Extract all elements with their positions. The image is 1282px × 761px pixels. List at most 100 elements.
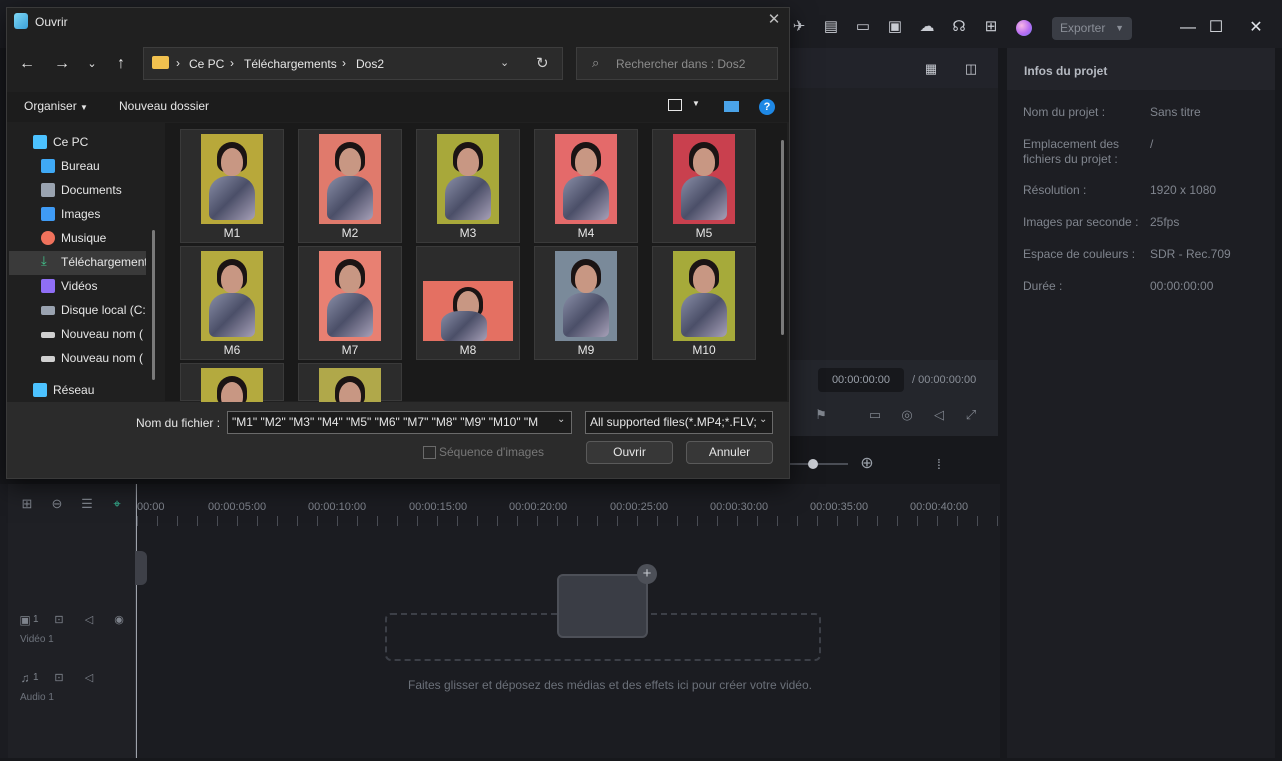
refresh-icon[interactable]: ↻ xyxy=(536,54,549,72)
nav-item-this-pc[interactable]: Ce PC xyxy=(33,131,153,153)
avatar[interactable] xyxy=(1016,20,1032,36)
zoom-in-icon[interactable]: ⊕ xyxy=(858,455,876,473)
nav-item-documents[interactable]: Documents xyxy=(41,179,151,201)
lock-icon[interactable]: ⊡ xyxy=(50,611,68,629)
chevron-down-icon[interactable]: ⌄ xyxy=(500,56,509,69)
template-icon[interactable]: ▤ xyxy=(822,18,840,36)
breadcrumb-item[interactable]: Ce PC xyxy=(189,57,224,71)
mute-icon[interactable]: ◁ xyxy=(80,669,98,687)
file-thumbnail[interactable] xyxy=(298,363,402,458)
camera-icon[interactable]: ◎ xyxy=(898,406,916,424)
photo-subject-face xyxy=(221,148,243,176)
file-thumbnail[interactable] xyxy=(180,363,284,458)
snap-icon[interactable]: ⌖ xyxy=(108,495,126,513)
project-info-title: Infos du projet xyxy=(1024,64,1108,78)
organize-button[interactable]: Organiser ▼ xyxy=(24,99,88,113)
display-icon[interactable]: ▭ xyxy=(866,406,884,424)
chevron-down-icon[interactable]: ⌄ xyxy=(759,414,767,425)
info-label-location: Emplacement des fichiers du projet : xyxy=(1023,137,1120,166)
photo-preview xyxy=(673,251,735,341)
file-thumbnail[interactable]: M8 xyxy=(416,246,520,360)
chevron-down-icon[interactable]: ▼ xyxy=(692,99,700,108)
lock-icon[interactable]: ⊡ xyxy=(50,669,68,687)
file-thumbnail[interactable]: M9 xyxy=(534,246,638,360)
forward-icon[interactable]: → xyxy=(50,52,74,76)
file-thumbnail[interactable]: M7 xyxy=(298,246,402,360)
layout-icon[interactable]: ▭ xyxy=(854,18,872,36)
info-value-fps: 25fps xyxy=(1150,215,1180,229)
file-thumbnail[interactable]: M5 xyxy=(652,129,756,243)
grid-scrollbar[interactable] xyxy=(781,140,784,335)
nav-item-local-disk[interactable]: Disque local (C:) xyxy=(41,299,146,321)
photo-subject-body xyxy=(209,176,255,220)
recent-locations-icon[interactable]: ⌄ xyxy=(80,52,104,76)
nav-item-images[interactable]: Images xyxy=(41,203,151,225)
support-icon[interactable]: ☊ xyxy=(950,18,968,36)
help-icon[interactable]: ? xyxy=(759,99,775,115)
photo-preview xyxy=(555,251,617,341)
save-icon[interactable]: ▣ xyxy=(886,18,904,36)
plus-icon[interactable]: + xyxy=(637,564,657,584)
volume-icon[interactable]: ◁ xyxy=(930,406,948,424)
sequence-checkbox[interactable] xyxy=(423,446,436,459)
file-type-select[interactable]: All supported files(*.MP4;*.FLV; xyxy=(585,411,773,434)
playhead-handle[interactable] xyxy=(135,551,147,585)
track-layout-icon[interactable]: ☰ xyxy=(78,495,96,513)
send-icon[interactable]: ✈ xyxy=(790,18,808,36)
file-thumbnail[interactable]: M10 xyxy=(652,246,756,360)
nav-item-drive[interactable]: Nouveau nom ( xyxy=(41,323,146,345)
file-thumbnail[interactable]: M2 xyxy=(298,129,402,243)
photo-subject-face xyxy=(339,265,361,293)
search-placeholder: Rechercher dans : Dos2 xyxy=(616,57,746,71)
new-folder-button[interactable]: Nouveau dossier xyxy=(119,99,209,113)
export-button[interactable]: Exporter ▼ xyxy=(1052,17,1132,40)
track-settings-icon[interactable]: ⁞ xyxy=(930,455,948,473)
breadcrumb-item[interactable]: Téléchargements xyxy=(244,57,337,71)
zoom-slider[interactable] xyxy=(790,463,848,465)
nav-item-label: Réseau xyxy=(53,383,95,397)
ruler-label: 00:00:25:00 xyxy=(610,501,669,513)
up-icon[interactable]: ↑ xyxy=(109,52,133,76)
preview-pane-icon[interactable] xyxy=(724,101,739,112)
close-icon[interactable]: ✕ xyxy=(1242,14,1270,42)
nav-item-label: Téléchargement xyxy=(61,255,146,269)
nav-scrollbar[interactable] xyxy=(152,230,155,380)
mute-icon[interactable]: ◁ xyxy=(80,611,98,629)
file-thumbnail[interactable]: M1 xyxy=(180,129,284,243)
filename-input[interactable]: "M1" "M2" "M3" "M4" "M5" "M6" "M7" "M8" … xyxy=(227,411,572,434)
add-track-icon[interactable]: ⊞ xyxy=(18,495,36,513)
nav-item-videos[interactable]: Vidéos xyxy=(41,275,151,297)
nav-item-drive[interactable]: Nouveau nom ( xyxy=(41,347,146,369)
nav-item-music[interactable]: Musique xyxy=(41,227,151,249)
current-time[interactable]: 00:00:00:00 xyxy=(818,368,904,392)
maximize-icon[interactable]: ☐ xyxy=(1202,14,1230,42)
video-track-label: Vidéo 1 xyxy=(20,634,54,645)
back-icon[interactable]: ← xyxy=(15,52,39,76)
minimize-icon[interactable]: — xyxy=(1174,14,1202,42)
apps-icon[interactable]: ⊞ xyxy=(982,18,1000,36)
cancel-button[interactable]: Annuler xyxy=(686,441,773,464)
close-icon[interactable]: ✕ xyxy=(764,10,784,30)
eye-icon[interactable]: ◉ xyxy=(110,611,128,629)
file-thumbnail[interactable]: M3 xyxy=(416,129,520,243)
cloud-icon[interactable]: ☁ xyxy=(918,18,936,36)
grid-view-icon[interactable]: ▦ xyxy=(922,60,940,78)
link-icon[interactable]: ⊖ xyxy=(48,495,66,513)
waveform-icon[interactable]: ◫ xyxy=(962,60,980,78)
audio-track-index: 1 xyxy=(33,672,39,683)
fullscreen-icon[interactable]: ⤢ xyxy=(962,406,980,424)
file-thumbnail[interactable]: M6 xyxy=(180,246,284,360)
chevron-down-icon[interactable]: ⌄ xyxy=(557,414,565,425)
zoom-slider-handle[interactable] xyxy=(808,459,818,469)
nav-item-label: Nouveau nom ( xyxy=(61,327,144,341)
marker-icon[interactable]: ⚑ xyxy=(812,406,830,424)
nav-item-downloads[interactable]: ⤓ Téléchargement xyxy=(41,251,146,273)
nav-item-network[interactable]: Réseau xyxy=(33,379,153,401)
breadcrumb-item[interactable]: Dos2 xyxy=(356,57,384,71)
file-thumbnail[interactable]: M4 xyxy=(534,129,638,243)
playhead[interactable] xyxy=(136,484,137,758)
view-mode-icon[interactable] xyxy=(668,99,682,111)
nav-item-desktop[interactable]: Bureau xyxy=(41,155,151,177)
ruler-ticks xyxy=(137,516,1000,526)
open-button[interactable]: Ouvrir xyxy=(586,441,673,464)
